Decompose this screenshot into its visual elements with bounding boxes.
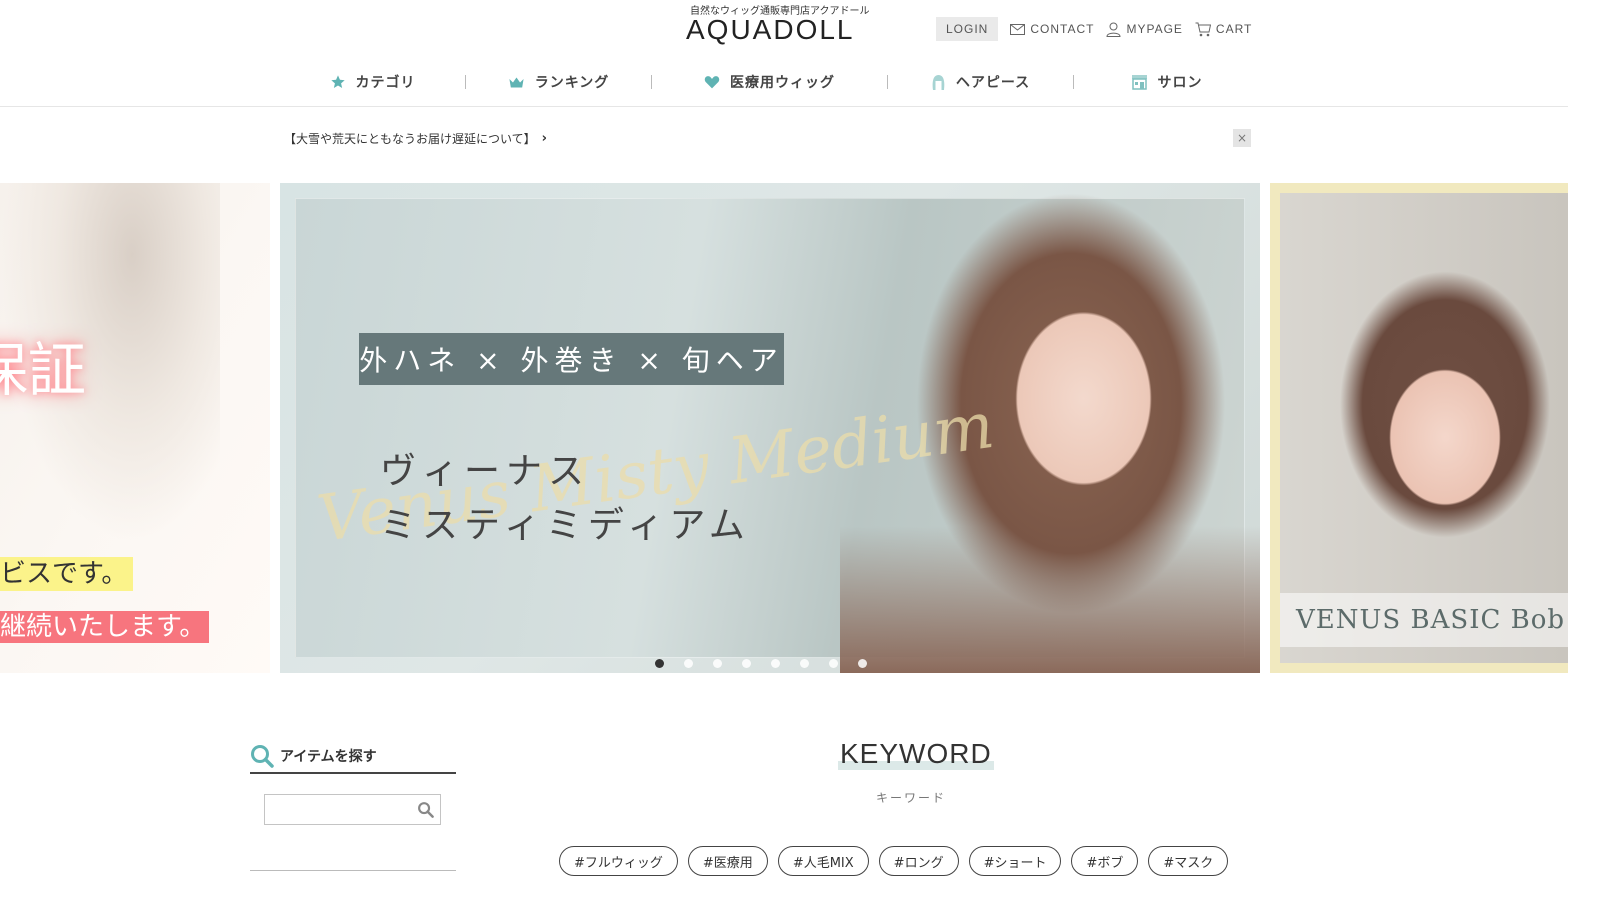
- nav-item-medical[interactable]: 医療用ウィッグ: [652, 72, 887, 92]
- keyword-tags: #フルウィッグ #医療用 #人毛MIX #ロング #ショート #ボブ #マスク: [559, 846, 1229, 876]
- slide-previous[interactable]: 保証 ビスです。 継続いたします。: [0, 183, 270, 673]
- notice-link[interactable]: 【大雪や荒天にともなうお届け遅延について】 ›: [284, 130, 547, 147]
- top-actions: LOGIN CONTACT MYPAGE CART: [936, 17, 1252, 41]
- notice-close-button[interactable]: ×: [1233, 129, 1251, 147]
- keyword-tag[interactable]: #フルウィッグ: [559, 846, 678, 876]
- search-divider: [250, 870, 456, 871]
- notice-text: 【大雪や荒天にともなうお届け遅延について】: [284, 132, 536, 146]
- site-logo[interactable]: AQUADOLL: [686, 14, 855, 46]
- slide-title: ヴィーナス ミスティミディアム: [380, 445, 751, 553]
- nav-item-category[interactable]: カテゴリ: [280, 72, 465, 92]
- magnifier-icon: [418, 802, 434, 818]
- nav-label: ランキング: [534, 75, 610, 91]
- slider-pagination: [655, 659, 867, 668]
- slide-title-line1: ヴィーナス: [380, 451, 591, 492]
- search-submit-button[interactable]: [417, 801, 434, 822]
- login-button[interactable]: LOGIN: [936, 17, 999, 41]
- slide-previous-heading: 保証: [0, 336, 87, 404]
- slider-dot[interactable]: [829, 659, 838, 668]
- search-icon: [251, 745, 274, 768]
- cart-label: CART: [1215, 22, 1253, 36]
- keyword-tag[interactable]: #ロング: [878, 846, 959, 876]
- slider-dot[interactable]: [858, 659, 867, 668]
- search-heading-label: アイテムを探す: [280, 749, 377, 765]
- keyword-heading: KEYWORD: [838, 738, 994, 770]
- nav-label: ヘアピース: [955, 75, 1031, 91]
- slider-dot[interactable]: [655, 659, 664, 668]
- slide-next[interactable]: VENUS BASIC Bob: [1270, 183, 1568, 673]
- slide-title-line2: ミスティミディアム: [380, 505, 751, 546]
- slider-dot[interactable]: [742, 659, 751, 668]
- shop-icon: [1131, 75, 1147, 90]
- keyword-subheading: キーワード: [876, 791, 947, 805]
- search-box: [264, 794, 441, 825]
- slider-dot[interactable]: [800, 659, 809, 668]
- crown-icon: [509, 77, 524, 87]
- cart-icon: [1195, 22, 1211, 36]
- nav-divider-line: [0, 106, 1568, 107]
- slide-previous-line1: ビスです。: [0, 557, 134, 591]
- keyword-tag[interactable]: #ショート: [968, 846, 1062, 876]
- slide-previous-line2: 継続いたします。: [0, 611, 210, 643]
- chevron-right-icon: ›: [541, 131, 548, 146]
- mypage-label: MYPAGE: [1126, 22, 1183, 36]
- site-header: 自然なウィッグ通販専門店アクアドール AQUADOLL LOGIN CONTAC…: [0, 0, 1568, 60]
- heart-icon: [704, 76, 720, 89]
- slider-dot[interactable]: [684, 659, 693, 668]
- slider-dot[interactable]: [713, 659, 722, 668]
- search-input[interactable]: [265, 795, 405, 824]
- slide-current[interactable]: Venus Misty Medium 外ハネ × 外巻き × 旬ヘア ヴィーナス…: [280, 183, 1260, 673]
- slider-dot[interactable]: [771, 659, 780, 668]
- user-icon: [1106, 22, 1121, 37]
- slide-next-caption: VENUS BASIC Bob: [1280, 593, 1568, 647]
- star-icon: [330, 75, 345, 88]
- nav-label: サロン: [1157, 75, 1203, 91]
- nav-item-ranking[interactable]: ランキング: [466, 72, 651, 92]
- contact-link[interactable]: CONTACT: [1010, 22, 1094, 36]
- mail-icon: [1010, 23, 1026, 35]
- nav-label: 医療用ウィッグ: [730, 75, 835, 91]
- keyword-tag[interactable]: #医療用: [687, 846, 768, 876]
- keyword-tag[interactable]: #人毛MIX: [777, 846, 869, 876]
- cart-link[interactable]: CART: [1195, 22, 1252, 37]
- nav-item-salon[interactable]: サロン: [1074, 72, 1259, 92]
- hairpiece-icon: [932, 74, 945, 90]
- keyword-tag[interactable]: #ボブ: [1071, 846, 1139, 876]
- main-nav: カテゴリ ランキング 医療用ウィッグ ヘアピース サロン: [280, 64, 1280, 100]
- nav-label: カテゴリ: [355, 75, 416, 91]
- contact-label: CONTACT: [1030, 22, 1095, 36]
- mypage-link[interactable]: MYPAGE: [1106, 22, 1182, 37]
- search-heading: アイテムを探す: [250, 740, 456, 774]
- keyword-tag[interactable]: #マスク: [1148, 846, 1229, 876]
- slide-tagline: 外ハネ × 外巻き × 旬ヘア: [359, 333, 784, 385]
- nav-item-hairpiece[interactable]: ヘアピース: [888, 72, 1073, 92]
